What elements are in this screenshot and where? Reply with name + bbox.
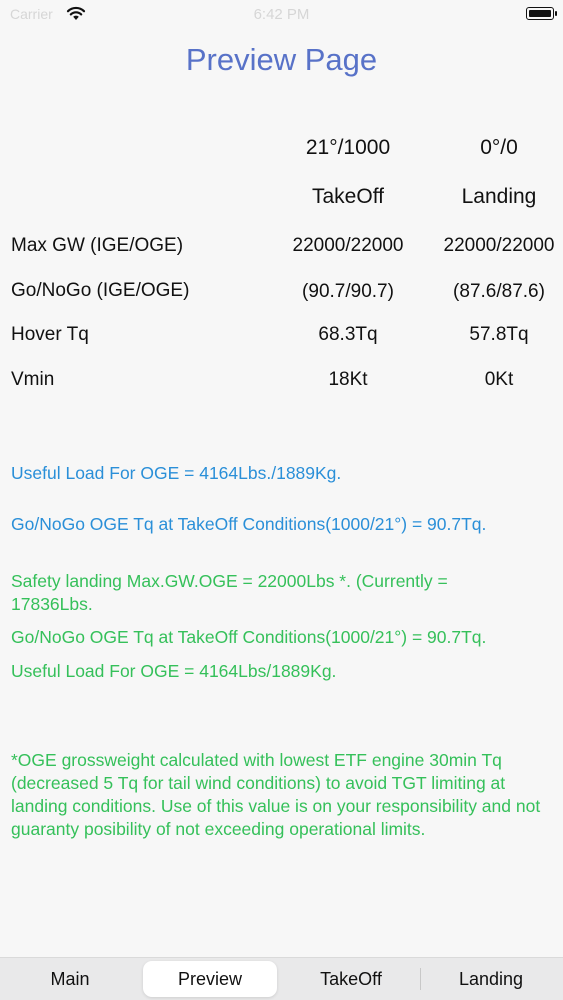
useful-load-message: Useful Load For OGE = 4164Lbs./1889Kg. <box>11 463 342 483</box>
row-label-max-gw: Max GW (IGE/OGE) <box>11 235 184 256</box>
landing-go-nogo-value: (87.6/87.6) <box>453 281 545 302</box>
takeoff-column-header: TakeOff <box>312 185 384 208</box>
battery-icon <box>526 7 557 20</box>
status-bar: Carrier 6:42 PM <box>0 0 563 30</box>
landing-vmin-value: 0Kt <box>484 369 514 390</box>
landing-column-header: Landing <box>461 185 537 208</box>
takeoff-go-nogo-message: Go/NoGo OGE Tq at TakeOff Conditions(100… <box>11 514 487 534</box>
landing-go-nogo-message: Go/NoGo OGE Tq at TakeOff Conditions(100… <box>11 627 487 647</box>
tab-separator <box>420 968 421 990</box>
takeoff-go-nogo-value: (90.7/90.7) <box>302 281 394 302</box>
takeoff-max-gw-value: 22000/22000 <box>292 235 404 256</box>
row-label-go-nogo: Go/NoGo (IGE/OGE) <box>11 280 190 301</box>
row-label-hover-tq: Hover Tq <box>11 324 89 345</box>
takeoff-vmin-value: 18Kt <box>328 369 368 390</box>
tab-takeoff[interactable]: TakeOff <box>284 961 418 997</box>
footnote-text: *OGE grossweight calculated with lowest … <box>11 750 541 839</box>
takeoff-hover-tq-value: 68.3Tq <box>318 324 378 345</box>
takeoff-conditions-header: 21°/1000 <box>305 136 391 159</box>
row-label-vmin: Vmin <box>11 369 55 390</box>
landing-useful-load-message: Useful Load For OGE = 4164Lbs/1889Kg. <box>11 661 337 681</box>
tab-main[interactable]: Main <box>4 961 136 997</box>
tab-landing[interactable]: Landing <box>424 961 558 997</box>
bottom-tab-bar: Main Preview TakeOff Landing <box>0 957 563 1000</box>
landing-conditions-header: 0°/0 <box>480 136 518 159</box>
tab-preview[interactable]: Preview <box>143 961 277 997</box>
landing-hover-tq-value: 57.8Tq <box>469 324 529 345</box>
page-title: Preview Page <box>185 42 378 77</box>
status-time: 6:42 PM <box>253 6 310 23</box>
landing-max-gw-value: 22000/22000 <box>443 235 555 256</box>
safety-landing-message: Safety landing Max.GW.OGE = 22000Lbs *. … <box>11 571 448 614</box>
